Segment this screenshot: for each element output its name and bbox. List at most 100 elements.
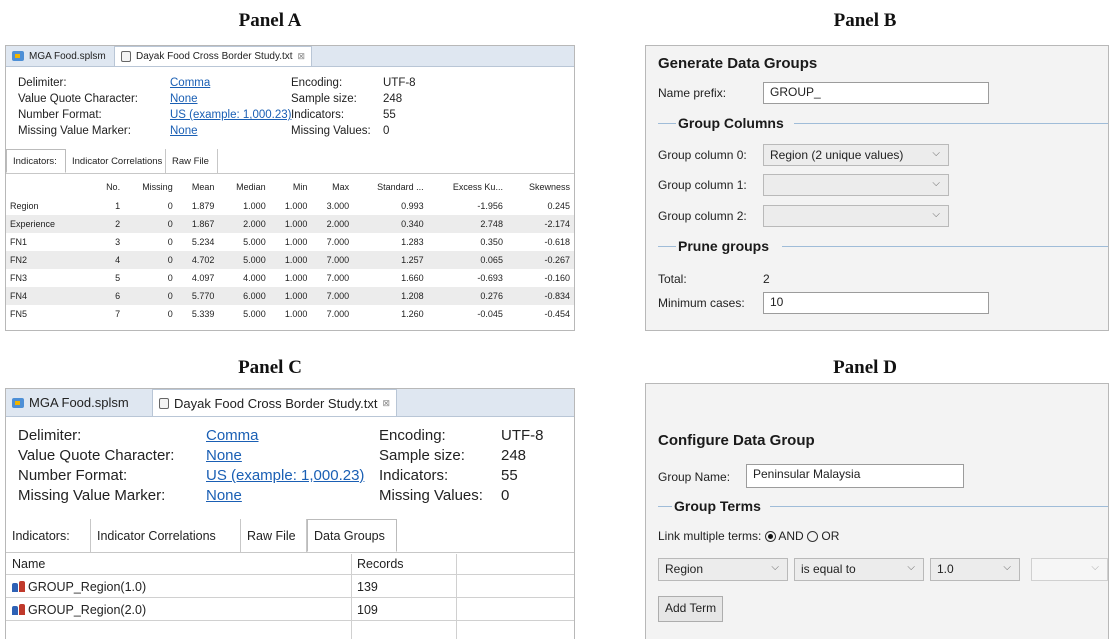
missing-values-label: Missing Values: — [291, 125, 371, 137]
tab-dataset[interactable]: Dayak Food Cross Border Study.txt ⊠ — [152, 389, 398, 416]
groups-name-header[interactable]: Name — [12, 557, 45, 571]
group-columns-rule-left — [658, 123, 676, 124]
group-row-records: 109 — [357, 603, 378, 617]
number-format-link[interactable]: US (example: 1,000.23) — [206, 466, 364, 486]
col-header[interactable] — [6, 177, 94, 197]
table-cell: 5.234 — [191, 237, 215, 247]
table-row[interactable]: FN3 5 0 4.097 4.000 1.000 7.000 1.660 -0.693 -0.1… — [6, 269, 574, 287]
table-cell: 1.208 — [353, 287, 428, 305]
group-column-0-select[interactable]: Region (2 unique values) ⌵ — [763, 144, 949, 166]
table-cell: 2.748 — [427, 215, 507, 233]
minimum-cases-input[interactable]: 10 — [763, 292, 989, 314]
table-cell: 1.867 — [176, 215, 219, 233]
col-header[interactable]: Missing — [124, 177, 177, 197]
quote-link[interactable]: None — [170, 91, 198, 107]
delimiter-link[interactable]: Comma — [206, 426, 259, 446]
encoding-value: UTF-8 — [501, 427, 544, 444]
table-cell: 0.340 — [353, 215, 428, 233]
table-cell: FN3 — [10, 273, 28, 283]
term-operator-value: is equal to — [801, 562, 856, 576]
group-column-2-select[interactable]: ⌵ — [763, 205, 949, 227]
col-header[interactable]: Mean — [177, 177, 219, 197]
group-row-name[interactable]: GROUP_Region(1.0) — [12, 580, 146, 594]
table-cell: 1.879 — [191, 201, 215, 211]
tab-indicator-correlations[interactable]: Indicator Correlations — [66, 149, 166, 173]
table-row[interactable]: Region 1 0 1.879 1.000 1.000 3.000 0.993 -1.956 0… — [6, 197, 574, 215]
radio-or-label[interactable]: OR — [821, 529, 839, 543]
panel-d: Configure Data Group Group Name: Peninsu… — [645, 383, 1109, 639]
table-row[interactable]: Experience 2 0 1.867 2.000 1.000 2.000 0.340 2.7… — [6, 215, 574, 233]
add-term-button[interactable]: Add Term — [658, 596, 724, 622]
table-row[interactable]: FN4 6 0 5.770 6.000 1.000 7.000 1.208 0.276 -0.83… — [6, 287, 574, 305]
tab-mga-food[interactable]: MGA Food.splsm — [6, 389, 135, 416]
tab-dataset[interactable]: Dayak Food Cross Border Study.txt ⊠ — [114, 46, 313, 66]
missing-marker-link[interactable]: None — [170, 123, 198, 139]
group-name-label: Group Name: — [658, 470, 731, 484]
groups-records-header[interactable]: Records — [357, 557, 404, 571]
col-header[interactable]: Standard ... — [353, 177, 428, 197]
dataset-file-icon — [121, 51, 131, 62]
row-divider — [6, 620, 574, 621]
number-format-link[interactable]: US (example: 1,000.23) — [170, 107, 291, 123]
group-columns-heading: Group Columns — [678, 115, 784, 131]
name-prefix-input[interactable]: GROUP_ — [763, 82, 989, 104]
table-cell: 5.000 — [218, 251, 270, 269]
delimiter-label: Delimiter: — [18, 77, 67, 89]
tab-raw-file[interactable]: Raw File — [241, 519, 307, 552]
quote-link[interactable]: None — [206, 446, 242, 466]
tab-dataset-label: Dayak Food Cross Border Study.txt — [174, 395, 378, 411]
close-icon[interactable]: ⊠ — [383, 398, 391, 409]
table-cell: 2.000 — [218, 215, 270, 233]
table-cell: -0.454 — [544, 309, 570, 319]
radio-or[interactable] — [807, 531, 819, 542]
term-operator-select[interactable]: is equal to ⌵ — [794, 558, 924, 581]
link-terms-label: Link multiple terms: — [658, 529, 762, 543]
tab-mga-label: MGA Food.splsm — [29, 50, 106, 62]
delimiter-link[interactable]: Comma — [170, 75, 210, 91]
table-cell: 6 — [94, 287, 125, 305]
indicators-label: Indicators: — [291, 109, 345, 121]
tab-raw-file[interactable]: Raw File — [166, 149, 218, 173]
table-row[interactable]: FN5 7 0 5.339 5.000 1.000 7.000 1.260 -0.045 -0.4… — [6, 305, 574, 323]
tab-data-groups[interactable]: Data Groups — [307, 519, 397, 552]
group-column-1-select[interactable]: ⌵ — [763, 174, 949, 196]
total-value: 2 — [763, 272, 770, 286]
group-row-name[interactable]: GROUP_Region(2.0) — [12, 603, 146, 617]
tab-indicators[interactable]: Indicators: — [6, 519, 91, 552]
tab-indicator-correlations[interactable]: Indicator Correlations — [91, 519, 241, 552]
panel-c: MGA Food.splsm Dayak Food Cross Border S… — [5, 388, 575, 639]
group-terms-rule-left — [658, 506, 672, 507]
indicators-label: Indicators: — [379, 467, 449, 484]
group-name-input[interactable]: Peninsular Malaysia — [746, 464, 964, 488]
panel-b: Generate Data Groups Name prefix: GROUP_… — [645, 45, 1109, 331]
encoding-value: UTF-8 — [383, 77, 416, 89]
term-column-select[interactable]: Region ⌵ — [658, 558, 788, 581]
table-row[interactable]: FN2 4 0 4.702 5.000 1.000 7.000 1.257 0.065 -0.26… — [6, 251, 574, 269]
col-header[interactable]: Excess Ku... — [428, 177, 507, 197]
table-cell: 0 — [124, 251, 177, 269]
col-header[interactable]: No. — [94, 177, 124, 197]
missing-marker-link[interactable]: None — [206, 486, 242, 506]
col-header[interactable]: Median — [218, 177, 269, 197]
table-cell: 4.097 — [191, 273, 215, 283]
table-row[interactable]: FN1 3 0 5.234 5.000 1.000 7.000 1.283 0.350 -0.61… — [6, 233, 574, 251]
col-header[interactable]: Max — [311, 177, 353, 197]
radio-and[interactable] — [764, 531, 776, 542]
chevron-down-icon: ⌵ — [907, 562, 915, 573]
table-cell: 0.350 — [480, 237, 503, 247]
tab-mga-food[interactable]: MGA Food.splsm — [6, 46, 112, 66]
col-header[interactable]: Skewness — [507, 177, 574, 197]
group-name-2: GROUP_Region(2.0) — [28, 603, 147, 617]
radio-and-label[interactable]: AND — [778, 529, 803, 543]
close-icon[interactable]: ⊠ — [298, 51, 306, 62]
table-cell: -0.834 — [506, 287, 574, 305]
term-value-select[interactable]: 1.0 ⌵ — [930, 558, 1020, 581]
term-extra-select[interactable]: ⌵ — [1031, 558, 1108, 581]
table-cell: 4.702 — [176, 251, 219, 269]
col-header[interactable]: Min — [270, 177, 312, 197]
total-label: Total: — [658, 272, 687, 286]
table-cell: 1.660 — [401, 273, 424, 283]
table-cell: 1.000 — [284, 201, 308, 211]
tab-indicators[interactable]: Indicators: — [6, 149, 66, 173]
indicator-table-body: Region 1 0 1.879 1.000 1.000 3.000 0.993 -1.956 0… — [6, 197, 574, 323]
